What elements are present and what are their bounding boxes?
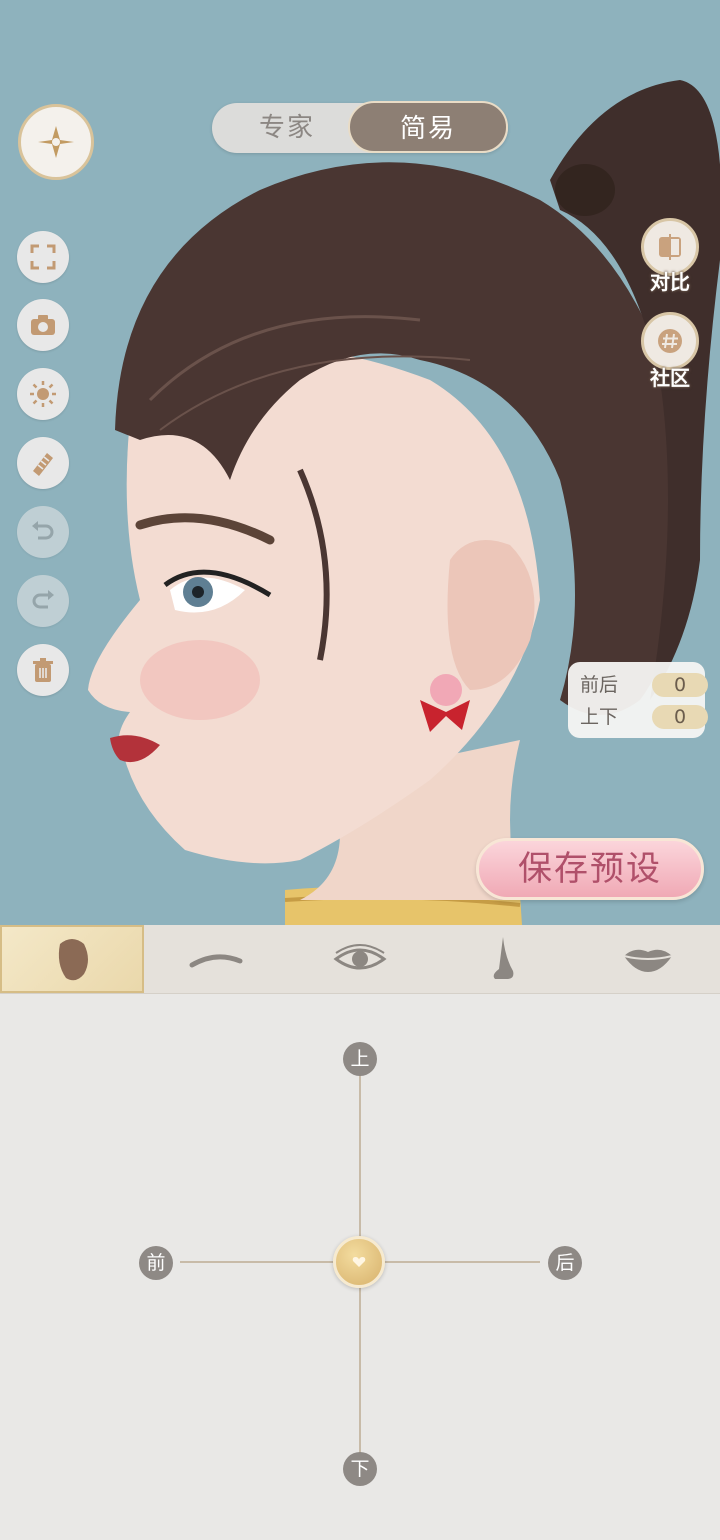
- joystick-up-label[interactable]: 上: [343, 1042, 377, 1076]
- joystick-down-label[interactable]: 下: [343, 1452, 377, 1486]
- offset-label: 前后: [580, 674, 619, 696]
- offset-value[interactable]: 0: [652, 705, 708, 729]
- redo-icon: [32, 590, 54, 609]
- undo-button[interactable]: [17, 506, 69, 558]
- compare-label: 对比: [650, 270, 690, 294]
- tab-eye[interactable]: [288, 925, 432, 993]
- tab-eyebrow[interactable]: [144, 925, 288, 993]
- offset-panel: 前后 0 上下 0: [568, 662, 708, 738]
- lighting-button[interactable]: [17, 368, 69, 420]
- fullscreen-icon: [30, 244, 56, 270]
- trash-icon: [33, 658, 53, 682]
- mode-toggle[interactable]: 专家 简易: [212, 101, 508, 153]
- camera-icon: [31, 315, 55, 335]
- brightness-icon: [30, 381, 56, 407]
- lips-icon: [623, 949, 673, 972]
- hashtag-icon: [658, 329, 682, 353]
- offset-value[interactable]: 0: [652, 673, 708, 697]
- undo-icon: [32, 521, 54, 540]
- mode-simple-option[interactable]: 简易: [348, 101, 508, 153]
- joystick-back-label[interactable]: 后: [548, 1246, 582, 1280]
- tab-face[interactable]: [0, 925, 144, 993]
- position-joystick[interactable]: 上 下 前 后: [0, 994, 720, 1540]
- character-viewport[interactable]: 专家 简易 对比 社区 前后 0 上下 0 保存预设: [0, 0, 720, 925]
- mode-expert-option[interactable]: 专家: [212, 103, 362, 153]
- redo-button[interactable]: [17, 575, 69, 627]
- compare-icon: [659, 234, 681, 260]
- eyebrow-icon: [189, 954, 243, 968]
- camera-button[interactable]: [17, 299, 69, 351]
- comb-icon: [33, 453, 53, 476]
- nose-icon: [493, 937, 514, 979]
- compass-icon: [38, 126, 74, 158]
- offset-row-up-down: 上下 0: [580, 702, 708, 732]
- fullscreen-button[interactable]: [17, 231, 69, 283]
- save-preset-button[interactable]: 保存预设: [476, 838, 704, 900]
- offset-row-front-back: 前后 0: [580, 670, 708, 700]
- tab-lips[interactable]: [576, 925, 720, 993]
- compass-button[interactable]: [18, 104, 94, 180]
- feature-tab-bar: [0, 925, 720, 994]
- heart-icon: [352, 1257, 366, 1267]
- tab-nose[interactable]: [432, 925, 576, 993]
- face-icon: [58, 939, 88, 981]
- community-label: 社区: [650, 366, 690, 390]
- joystick-knob[interactable]: [333, 1236, 385, 1288]
- eye-icon: [333, 944, 387, 970]
- offset-label: 上下: [580, 706, 619, 728]
- joystick-front-label[interactable]: 前: [139, 1246, 173, 1280]
- delete-button[interactable]: [17, 644, 69, 696]
- comb-button[interactable]: [17, 437, 69, 489]
